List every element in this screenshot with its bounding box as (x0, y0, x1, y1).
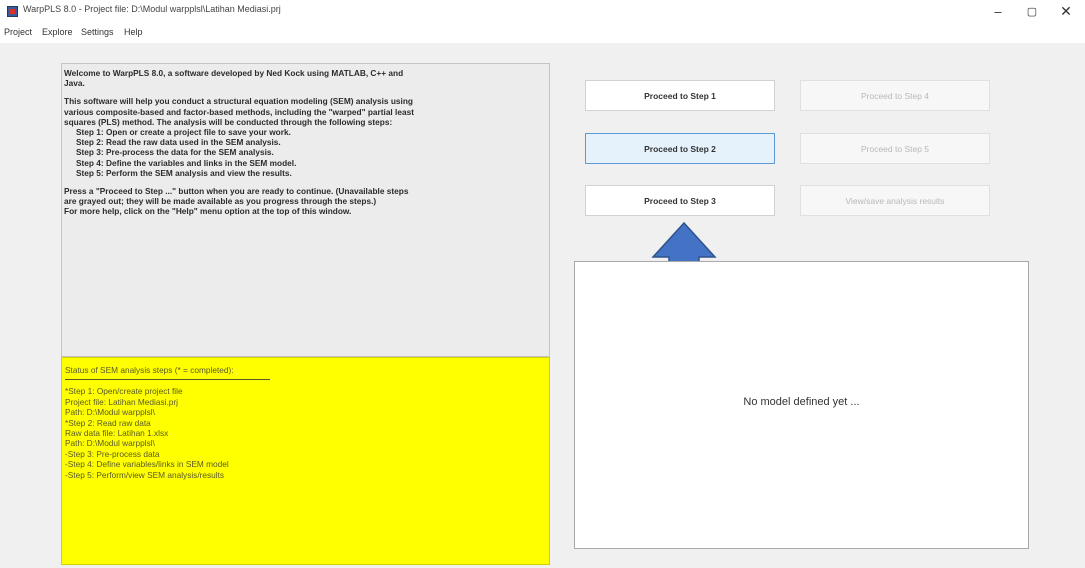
welcome-line: Welcome to WarpPLS 8.0, a software devel… (64, 68, 404, 78)
welcome-text-panel: Welcome to WarpPLS 8.0, a software devel… (61, 63, 550, 357)
proceed-step-1-button[interactable]: Proceed to Step 1 (585, 80, 775, 111)
status-line: Raw data file: Latihan 1.xlsx (65, 428, 169, 439)
main-area: Welcome to WarpPLS 8.0, a software devel… (0, 43, 1085, 568)
close-button[interactable]: ✕ (1048, 0, 1084, 22)
welcome-line: squares (PLS) method. The analysis will … (64, 116, 393, 127)
welcome-line: are grayed out; they will be made availa… (64, 196, 377, 207)
view-results-button[interactable]: View/save analysis results (800, 185, 990, 216)
status-line: -Step 3: Pre-process data (65, 448, 160, 459)
welcome-line: Java. (64, 78, 85, 89)
welcome-step-line: Step 5: Perform the SEM analysis and vie… (76, 167, 292, 178)
proceed-step-4-button[interactable]: Proceed to Step 4 (800, 80, 990, 111)
welcome-line: various composite-based and factor-based… (64, 106, 414, 117)
welcome-step-line: Step 2: Read the raw data used in the SE… (76, 137, 281, 148)
menu-help[interactable]: Help (124, 27, 143, 37)
model-view-panel: No model defined yet ... (574, 261, 1029, 549)
status-line: -Step 4: Define variables/links in SEM m… (65, 459, 229, 470)
welcome-line: For more help, click on the "Help" menu … (64, 206, 352, 217)
welcome-step-line: Step 3: Pre-process the data for the SEM… (76, 147, 274, 158)
welcome-line: Press a "Proceed to Step ..." button whe… (64, 186, 409, 197)
maximize-button[interactable]: ▢ (1014, 0, 1050, 22)
welcome-step-line: Step 1: Open or create a project file to… (76, 127, 291, 138)
status-panel: Status of SEM analysis steps (* = comple… (61, 357, 550, 565)
welcome-line: This software will help you conduct a st… (64, 96, 413, 107)
menu-project[interactable]: Project (4, 27, 32, 37)
no-model-message: No model defined yet ... (743, 396, 860, 408)
app-icon (7, 6, 18, 17)
menu-settings[interactable]: Settings (81, 27, 114, 37)
menu-bar: Project Explore Settings Help (0, 24, 1085, 42)
status-line: Path: D:\Modul warpplsl\ (65, 407, 155, 418)
proceed-step-3-button[interactable]: Proceed to Step 3 (585, 185, 775, 216)
proceed-step-2-button[interactable]: Proceed to Step 2 (585, 133, 775, 164)
status-line: *Step 2: Read raw data (65, 417, 151, 428)
status-line: Path: D:\Modul warpplsl\ (65, 438, 155, 449)
window-title: WarpPLS 8.0 - Project file: D:\Modul war… (23, 4, 281, 14)
status-header: Status of SEM analysis steps (* = comple… (65, 365, 270, 381)
minimize-button[interactable]: – (980, 0, 1016, 22)
status-line: *Step 1: Open/create project file (65, 386, 183, 397)
welcome-step-line: Step 4: Define the variables and links i… (76, 157, 297, 168)
proceed-step-5-button[interactable]: Proceed to Step 5 (800, 133, 990, 164)
status-line: -Step 5: Perform/view SEM analysis/resul… (65, 469, 225, 480)
status-line: Project file: Latihan Mediasi.prj (65, 396, 178, 407)
menu-explore[interactable]: Explore (42, 27, 73, 37)
title-bar: WarpPLS 8.0 - Project file: D:\Modul war… (0, 0, 1085, 22)
